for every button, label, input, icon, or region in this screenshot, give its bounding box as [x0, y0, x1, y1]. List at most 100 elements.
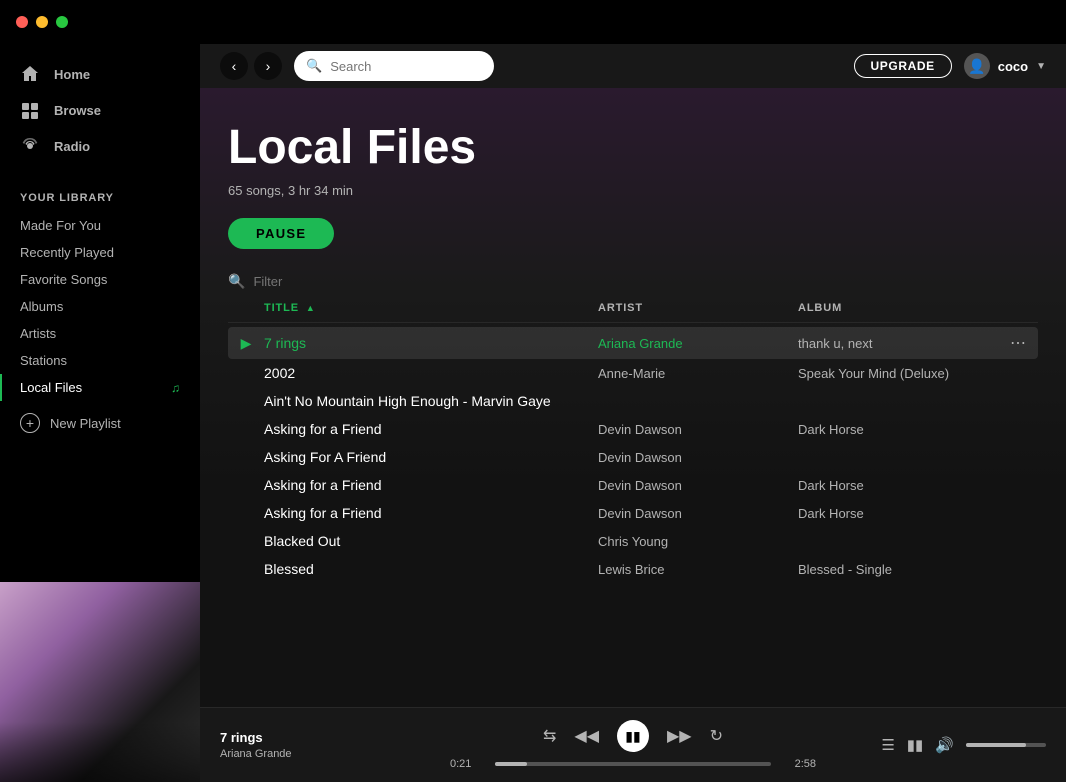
track-artist: Devin Dawson — [598, 422, 798, 437]
sidebar-item-stations[interactable]: Stations — [0, 347, 200, 374]
title-column-header[interactable]: TITLE ▲ — [264, 302, 598, 314]
next-button[interactable]: ▶▶ — [667, 726, 692, 746]
track-artist: Lewis Brice — [598, 562, 798, 577]
albums-label: Albums — [20, 299, 63, 314]
np-song-title: 7 rings — [220, 730, 450, 745]
sidebar-item-browse[interactable]: Browse — [0, 92, 200, 128]
chevron-down-icon: ▼ — [1036, 61, 1046, 72]
sidebar-item-albums[interactable]: Albums — [0, 293, 200, 320]
sidebar-item-favorite-songs[interactable]: Favorite Songs — [0, 266, 200, 293]
table-row[interactable]: Blessed Lewis Brice Blessed - Single — [228, 555, 1038, 583]
repeat-button[interactable]: ↻ — [710, 726, 723, 746]
sidebar-item-made-for-you[interactable]: Made For You — [0, 212, 200, 239]
search-bar[interactable]: 🔍 — [294, 51, 494, 81]
track-title: Asking For A Friend — [264, 449, 598, 465]
table-row[interactable]: Asking For A Friend Devin Dawson — [228, 443, 1038, 471]
artist-column-header[interactable]: ARTIST — [598, 302, 798, 314]
np-artist: Ariana Grande — [220, 748, 450, 760]
volume-slider[interactable] — [966, 743, 1046, 747]
favorite-songs-label: Favorite Songs — [20, 272, 107, 287]
shuffle-button[interactable]: ⇆ — [543, 726, 556, 746]
local-files-label: Local Files — [20, 380, 82, 395]
search-input[interactable] — [330, 59, 470, 74]
filter-input[interactable] — [253, 274, 429, 289]
track-title: 2002 — [264, 365, 598, 381]
made-for-you-label: Made For You — [20, 218, 101, 233]
titlebar — [0, 0, 1066, 44]
track-album: Dark Horse — [798, 506, 998, 521]
sidebar-item-recently-played[interactable]: Recently Played — [0, 239, 200, 266]
recently-played-label: Recently Played — [20, 245, 114, 260]
sidebar-item-home[interactable]: Home — [0, 56, 200, 92]
sidebar-item-artists[interactable]: Artists — [0, 320, 200, 347]
track-artist: Anne-Marie — [598, 366, 798, 381]
table-row[interactable]: ▶ 7 rings Ariana Grande thank u, next ⋯ — [228, 327, 1038, 359]
track-title: 7 rings — [264, 335, 598, 351]
sort-arrow-icon: ▲ — [306, 303, 316, 313]
track-title: Asking for a Friend — [264, 477, 598, 493]
np-total-time: 2:58 — [781, 758, 816, 770]
radio-icon — [20, 136, 40, 156]
table-row[interactable]: Asking for a Friend Devin Dawson Dark Ho… — [228, 499, 1038, 527]
progress-bar[interactable] — [495, 762, 771, 766]
np-progress-bar: 0:21 2:58 — [450, 758, 816, 770]
volume-fill — [966, 743, 1026, 747]
sidebar-item-radio[interactable]: Radio — [0, 128, 200, 164]
track-album: Dark Horse — [798, 422, 998, 437]
table-row[interactable]: Asking for a Friend Devin Dawson Dark Ho… — [228, 415, 1038, 443]
filter-search-icon: 🔍 — [228, 273, 245, 290]
topbar: ‹ › 🔍 UPGRADE 👤 coco ▼ — [200, 44, 1066, 88]
now-playing-icon: ♫ — [171, 381, 180, 395]
album-column-header[interactable]: ALBUM — [798, 302, 998, 314]
queue-icon[interactable]: ☰ — [881, 736, 894, 754]
minimize-button[interactable] — [36, 16, 48, 28]
sidebar-nav: Home Browse — [0, 44, 200, 176]
artists-label: Artists — [20, 326, 56, 341]
sidebar-item-local-files[interactable]: Local Files ♫ — [0, 374, 200, 401]
table-row[interactable]: Blacked Out Chris Young — [228, 527, 1038, 555]
track-artist: Chris Young — [598, 534, 798, 549]
upgrade-button[interactable]: UPGRADE — [854, 54, 952, 78]
library-section-title: YOUR LIBRARY — [0, 176, 200, 212]
pause-button[interactable]: PAUSE — [228, 218, 334, 249]
track-album: thank u, next — [798, 336, 998, 351]
track-title: Asking for a Friend — [264, 421, 598, 437]
content-header: Local Files 65 songs, 3 hr 34 min PAUSE — [200, 88, 1066, 265]
track-album: Dark Horse — [798, 478, 998, 493]
track-table: TITLE ▲ ARTIST ALBUM ▶ 7 rings Ariana Gr… — [200, 294, 1066, 707]
pause-icon: ▮▮ — [625, 728, 640, 745]
user-name: coco — [998, 59, 1028, 74]
maximize-button[interactable] — [56, 16, 68, 28]
track-artist: Devin Dawson — [598, 478, 798, 493]
track-filter: 🔍 — [200, 265, 1066, 294]
table-row[interactable]: Asking for a Friend Devin Dawson Dark Ho… — [228, 471, 1038, 499]
table-row[interactable]: Ain't No Mountain High Enough - Marvin G… — [228, 387, 1038, 415]
device-icon[interactable]: ▮▮ — [907, 736, 924, 754]
new-playlist-item[interactable]: + New Playlist — [0, 401, 200, 445]
previous-button[interactable]: ◀◀ — [574, 726, 599, 746]
stations-label: Stations — [20, 353, 67, 368]
table-row[interactable]: 2002 Anne-Marie Speak Your Mind (Deluxe) — [228, 359, 1038, 387]
track-artist: Devin Dawson — [598, 506, 798, 521]
volume-icon[interactable]: 🔊 — [935, 736, 954, 754]
topbar-right: UPGRADE 👤 coco ▼ — [854, 53, 1046, 79]
close-button[interactable] — [16, 16, 28, 28]
sidebar-browse-label: Browse — [54, 103, 101, 118]
now-playing-bar: 7 rings Ariana Grande ⇆ ◀◀ ▮▮ ▶▶ ↻ 0:21 — [200, 707, 1066, 782]
track-title: Ain't No Mountain High Enough - Marvin G… — [264, 393, 598, 409]
sidebar-radio-label: Radio — [54, 139, 90, 154]
sidebar-home-label: Home — [54, 67, 90, 82]
track-artist: Ariana Grande — [598, 336, 798, 351]
back-button[interactable]: ‹ — [220, 52, 248, 80]
play-pause-button[interactable]: ▮▮ — [617, 720, 649, 752]
track-more-button[interactable]: ⋯ — [998, 333, 1038, 353]
playing-icon: ▶ — [228, 335, 264, 352]
track-title: Blessed — [264, 561, 598, 577]
user-badge[interactable]: 👤 coco ▼ — [964, 53, 1046, 79]
browse-icon — [20, 100, 40, 120]
content-area: Local Files 65 songs, 3 hr 34 min PAUSE … — [200, 88, 1066, 707]
user-avatar: 👤 — [964, 53, 990, 79]
forward-button[interactable]: › — [254, 52, 282, 80]
new-playlist-icon: + — [20, 413, 40, 433]
track-title: Blacked Out — [264, 533, 598, 549]
